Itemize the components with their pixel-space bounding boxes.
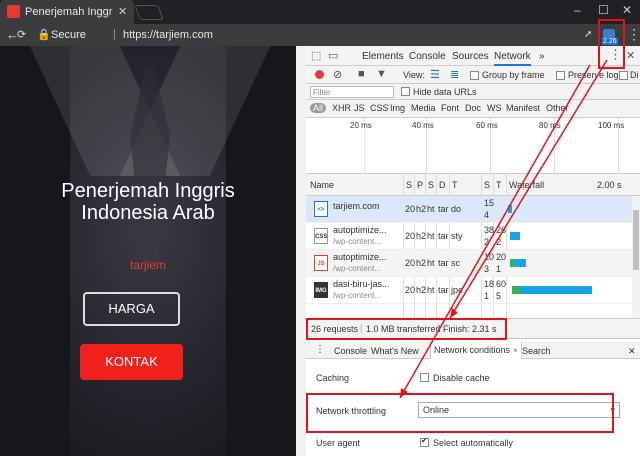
annotation-arrows	[399, 59, 608, 399]
annotation-arrow-throttling	[399, 64, 591, 399]
annotation-arrow-status	[449, 59, 608, 319]
